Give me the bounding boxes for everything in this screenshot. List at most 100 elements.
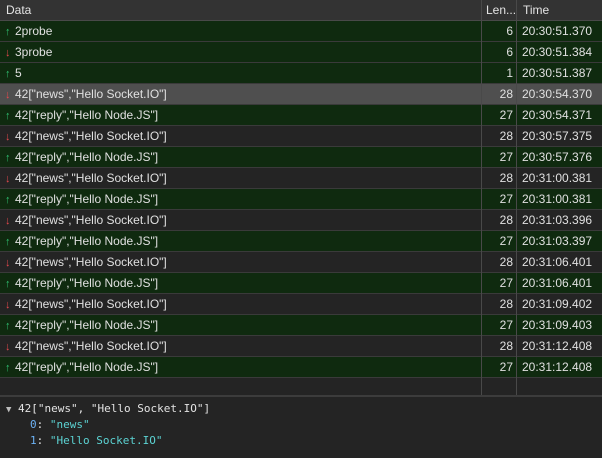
arrow-down-icon: ↓ (5, 89, 11, 101)
column-header-time[interactable]: Time (517, 0, 602, 20)
message-row[interactable]: ↓ 42["news","Hello Socket.IO"] 28 20:31:06.… (0, 252, 602, 273)
message-time-cell: 20:31:09.403 (522, 318, 593, 332)
arrow-up-icon: ↑ (5, 68, 11, 80)
details-item: 1: "Hello Socket.IO" (30, 434, 163, 447)
message-row[interactable]: ↓ 42["news","Hello Socket.IO"] 28 20:30:54.… (0, 84, 602, 105)
message-length-cell: 27 (499, 108, 513, 122)
message-length-cell: 6 (506, 45, 513, 59)
message-time-cell: 20:31:00.381 (522, 192, 593, 206)
message-time-cell: 20:30:54.370 (522, 87, 593, 101)
arrow-up-icon: ↑ (5, 278, 11, 290)
message-row[interactable]: ↓ 42["news","Hello Socket.IO"] 28 20:31:00.… (0, 168, 602, 189)
message-data-text: 42["reply","Hello Node.JS"] (15, 360, 159, 374)
message-row[interactable]: ↓ 42["news","Hello Socket.IO"] 28 20:31:03.… (0, 210, 602, 231)
message-data-text: 42["news","Hello Socket.IO"] (15, 87, 167, 101)
message-data-cell: ↑ 42["reply","Hello Node.JS"] (0, 231, 481, 251)
message-time-cell: 20:31:09.402 (522, 297, 593, 311)
column-divider[interactable] (481, 0, 482, 395)
message-length-cell: 28 (499, 297, 513, 311)
message-length-cell: 27 (499, 318, 513, 332)
message-length-cell: 28 (499, 339, 513, 353)
message-data-cell: ↓ 42["news","Hello Socket.IO"] (0, 168, 481, 188)
arrow-up-icon: ↑ (5, 236, 11, 248)
message-row[interactable]: ↑ 42["reply","Hello Node.JS"] 27 20:31:00.3… (0, 189, 602, 210)
message-time-cell: 20:31:03.397 (522, 234, 593, 248)
message-time-cell: 20:31:00.381 (522, 171, 593, 185)
message-row[interactable]: ↑ 42["reply","Hello Node.JS"] 27 20:31:03.3… (0, 231, 602, 252)
message-row[interactable]: ↑ 42["reply","Hello Node.JS"] 27 20:30:57.3… (0, 147, 602, 168)
message-row[interactable]: ↑ 42["reply","Hello Node.JS"] 27 20:31:12.4… (0, 357, 602, 378)
message-data-text: 3probe (15, 45, 53, 59)
message-time-cell: 20:30:54.371 (522, 108, 593, 122)
message-data-cell: ↑ 42["reply","Hello Node.JS"] (0, 315, 481, 335)
message-length-cell: 28 (499, 213, 513, 227)
message-length-cell: 27 (499, 192, 513, 206)
message-data-text: 42["reply","Hello Node.JS"] (15, 108, 159, 122)
message-time-cell: 20:30:57.375 (522, 129, 593, 143)
message-row[interactable]: ↑ 2probe 6 20:30:51.370 (0, 21, 602, 42)
message-data-text: 2probe (15, 24, 53, 38)
message-time-cell: 20:30:51.387 (522, 66, 593, 80)
arrow-up-icon: ↑ (5, 152, 11, 164)
message-data-text: 42["news","Hello Socket.IO"] (15, 171, 167, 185)
arrow-up-icon: ↑ (5, 194, 11, 206)
message-data-text: 42["reply","Hello Node.JS"] (15, 234, 159, 248)
message-data-cell: ↓ 42["news","Hello Socket.IO"] (0, 252, 481, 272)
message-data-cell: ↓ 42["news","Hello Socket.IO"] (0, 210, 481, 230)
message-data-text: 42["reply","Hello Node.JS"] (15, 150, 159, 164)
message-data-cell: ↑ 42["reply","Hello Node.JS"] (0, 189, 481, 209)
arrow-down-icon: ↓ (5, 131, 11, 143)
message-data-cell: ↓ 42["news","Hello Socket.IO"] (0, 336, 481, 356)
message-length-cell: 27 (499, 276, 513, 290)
message-data-text: 42["news","Hello Socket.IO"] (15, 213, 167, 227)
column-header-length[interactable]: Len... (482, 0, 516, 20)
arrow-down-icon: ↓ (5, 299, 11, 311)
grid-header: Data Len... Time (0, 0, 602, 21)
message-data-cell: ↑ 42["reply","Hello Node.JS"] (0, 105, 481, 125)
arrow-up-icon: ↑ (5, 110, 11, 122)
message-data-text: 42["news","Hello Socket.IO"] (15, 129, 167, 143)
message-data-cell: ↑ 42["reply","Hello Node.JS"] (0, 147, 481, 167)
column-divider[interactable] (516, 0, 517, 395)
details-item-value: "news" (49, 418, 90, 431)
message-length-cell: 1 (506, 66, 513, 80)
details-item-value: "Hello Socket.IO" (49, 434, 163, 447)
message-time-cell: 20:30:57.376 (522, 150, 593, 164)
message-data-text: 42["news","Hello Socket.IO"] (15, 297, 167, 311)
message-time-cell: 20:31:12.408 (522, 360, 593, 374)
message-data-cell: ↓ 42["news","Hello Socket.IO"] (0, 294, 481, 314)
message-time-cell: 20:31:03.396 (522, 213, 593, 227)
message-row[interactable]: ↑ 5 1 20:30:51.387 (0, 63, 602, 84)
arrow-down-icon: ↓ (5, 257, 11, 269)
arrow-down-icon: ↓ (5, 341, 11, 353)
message-row[interactable]: ↓ 42["news","Hello Socket.IO"] 28 20:31:09.… (0, 294, 602, 315)
message-time-cell: 20:30:51.370 (522, 24, 593, 38)
message-data-text: 42["reply","Hello Node.JS"] (15, 318, 159, 332)
message-data-cell: ↑ 2probe (0, 21, 481, 41)
message-data-text: 42["reply","Hello Node.JS"] (15, 192, 159, 206)
message-row[interactable]: ↓ 42["news","Hello Socket.IO"] 28 20:31:12.… (0, 336, 602, 357)
message-length-cell: 6 (506, 24, 513, 38)
arrow-down-icon: ↓ (5, 215, 11, 227)
message-data-cell: ↑ 42["reply","Hello Node.JS"] (0, 273, 481, 293)
arrow-up-icon: ↑ (5, 362, 11, 374)
message-length-cell: 28 (499, 255, 513, 269)
message-length-cell: 27 (499, 150, 513, 164)
message-row[interactable]: ↑ 42["reply","Hello Node.JS"] 27 20:30:54.3… (0, 105, 602, 126)
details-summary[interactable]: ▼ 42["news", "Hello Socket.IO"] (6, 401, 210, 417)
message-data-text: 42["news","Hello Socket.IO"] (15, 255, 167, 269)
arrow-up-icon: ↑ (5, 320, 11, 332)
message-time-cell: 20:31:06.401 (522, 255, 593, 269)
message-row[interactable]: ↑ 42["reply","Hello Node.JS"] 27 20:31:09.4… (0, 315, 602, 336)
message-length-cell: 27 (499, 360, 513, 374)
details-summary-text: 42["news", "Hello Socket.IO"] (18, 402, 211, 415)
triangle-down-icon[interactable]: ▼ (6, 405, 11, 415)
details-item-key: 1 (30, 434, 37, 447)
message-row[interactable]: ↓ 42["news","Hello Socket.IO"] 28 20:30:57.… (0, 126, 602, 147)
message-length-cell: 27 (499, 234, 513, 248)
column-header-data[interactable]: Data (0, 0, 481, 20)
message-row[interactable]: ↑ 42["reply","Hello Node.JS"] 27 20:31:06.4… (0, 273, 602, 294)
arrow-up-icon: ↑ (5, 26, 11, 38)
message-data-text: 42["reply","Hello Node.JS"] (15, 276, 159, 290)
message-row[interactable]: ↓ 3probe 6 20:30:51.384 (0, 42, 602, 63)
